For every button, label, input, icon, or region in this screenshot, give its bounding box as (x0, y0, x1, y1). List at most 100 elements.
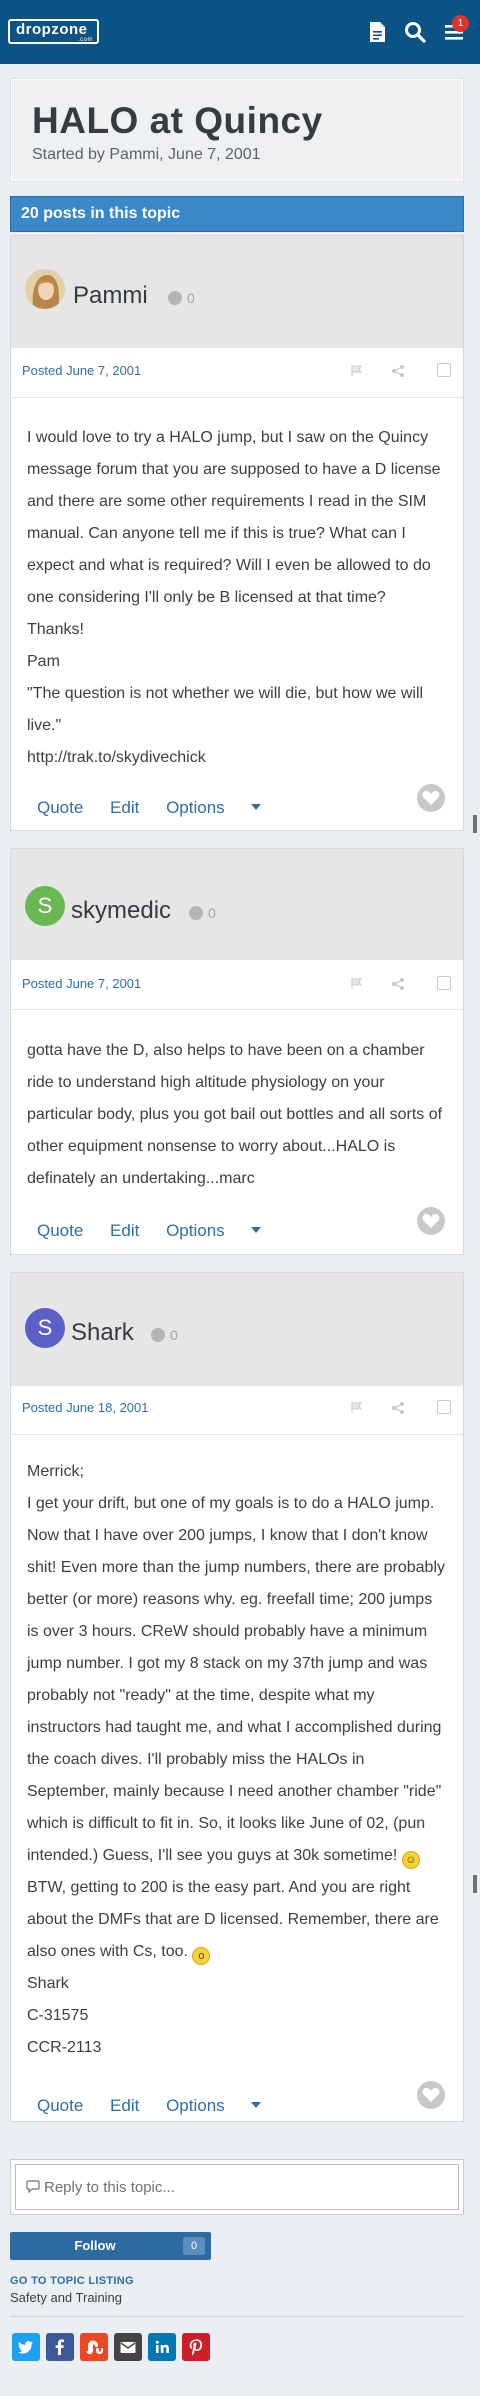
reputation-count: 0 (151, 1327, 178, 1343)
signature-line: C-31575 (27, 2007, 89, 2024)
post-author-name[interactable]: skymedic (71, 897, 171, 925)
flag-icon[interactable] (351, 365, 363, 376)
stumbleupon-share-button[interactable] (80, 2333, 108, 2361)
linkedin-share-button[interactable] (148, 2333, 176, 2361)
heart-icon (422, 1213, 440, 1228)
reply-input[interactable]: Reply to this topic... (15, 2164, 459, 2210)
multiquote-checkbox[interactable] (437, 1400, 451, 1414)
pinterest-icon (189, 2339, 203, 2356)
twitter-icon (18, 2341, 33, 2354)
envelope-icon (120, 2342, 136, 2353)
post-count-bar: 20 posts in this topic (10, 196, 464, 232)
signature-link[interactable]: http://trak.to/skydivechick (27, 742, 447, 774)
avatar[interactable]: S (25, 1308, 65, 1348)
avatar[interactable] (25, 269, 65, 309)
edit-button[interactable]: Edit (110, 1221, 139, 1240)
scroll-indicator[interactable] (473, 815, 477, 833)
go-to-topic-listing-link[interactable]: GO TO TOPIC LISTING (10, 2275, 134, 2287)
signature-line: CCR-2113 (27, 2039, 102, 2056)
reputation-icon (189, 906, 203, 920)
post-author-name[interactable]: Shark (71, 1319, 134, 1347)
post-actions: Quote Edit Options (37, 2096, 283, 2116)
post-paragraph: Pam (27, 653, 60, 670)
reply-box[interactable]: Reply to this topic... (10, 2159, 464, 2215)
follower-count: 0 (183, 2237, 205, 2255)
like-button[interactable] (417, 1207, 445, 1235)
reputation-icon (151, 1328, 165, 1342)
post-tools (351, 363, 451, 379)
avatar[interactable]: S (25, 886, 65, 926)
linkedin-icon (155, 2340, 169, 2353)
twitter-share-button[interactable] (12, 2333, 40, 2361)
share-icon[interactable] (391, 364, 405, 378)
post-paragraph: I would love to try a HALO jump, but I s… (27, 429, 441, 606)
post-date[interactable]: Posted June 7, 2001 (22, 363, 141, 378)
options-menu[interactable]: Options (166, 2096, 261, 2115)
site-logo[interactable]: dropzone .com (8, 19, 99, 44)
scroll-indicator[interactable] (473, 1875, 477, 1893)
post-paragraph: Thanks! (27, 621, 84, 638)
stumbleupon-icon (86, 2340, 103, 2355)
caret-down-icon (250, 2102, 261, 2108)
pinterest-share-button[interactable] (182, 2333, 210, 2361)
notification-badge: 1 (452, 15, 469, 32)
top-navigation-bar: dropzone .com 1 (0, 0, 480, 64)
surprised-emoji-icon: o (192, 1947, 211, 1965)
email-share-button[interactable] (114, 2333, 142, 2361)
post-author-header: S skymedic 0 (11, 849, 463, 960)
post-date[interactable]: Posted June 18, 2001 (22, 1400, 149, 1415)
follow-button[interactable]: Follow 0 (10, 2232, 211, 2260)
options-menu[interactable]: Options (166, 1221, 261, 1240)
post-body: Merrick; I get your drift, but one of my… (27, 1456, 447, 2064)
post-date[interactable]: Posted June 7, 2001 (22, 976, 141, 991)
forum-name[interactable]: Safety and Training (10, 2290, 122, 2305)
divider (11, 1434, 463, 1435)
document-icon[interactable] (365, 20, 389, 44)
signature-quote: "The question is not whether we will die… (27, 685, 424, 734)
caret-down-icon (250, 804, 261, 810)
edit-button[interactable]: Edit (110, 798, 139, 817)
topic-started-by: Started by Pammi, June 7, 2001 (32, 146, 261, 163)
quote-button[interactable]: Quote (37, 798, 83, 817)
divider (10, 2316, 465, 2317)
facebook-share-button[interactable] (46, 2333, 74, 2361)
flag-icon[interactable] (351, 1402, 363, 1413)
post-paragraph: Merrick; (27, 1463, 84, 1480)
like-button[interactable] (417, 784, 445, 812)
heart-icon (422, 2087, 440, 2102)
post-card: S skymedic 0 Posted June 7, 2001 gotta h… (10, 848, 464, 1255)
quote-button[interactable]: Quote (37, 1221, 83, 1240)
post-paragraph: gotta have the D, also helps to have bee… (27, 1042, 443, 1187)
divider (11, 1009, 463, 1010)
reputation-count: 0 (189, 905, 216, 921)
caret-down-icon (250, 1227, 261, 1233)
post-card: S Shark 0 Posted June 18, 2001 Merrick; … (10, 1272, 464, 2122)
share-icon[interactable] (391, 1401, 405, 1415)
reputation-count: 0 (168, 290, 195, 306)
edit-button[interactable]: Edit (110, 2096, 139, 2115)
post-author-header: Pammi 0 (11, 236, 463, 348)
quote-button[interactable]: Quote (37, 2096, 83, 2115)
topic-header: HALO at Quincy Started by Pammi, June 7,… (10, 78, 464, 182)
options-menu[interactable]: Options (166, 798, 261, 817)
page-title: HALO at Quincy (32, 100, 323, 141)
multiquote-checkbox[interactable] (437, 976, 451, 990)
follow-label: Follow (74, 2238, 116, 2253)
post-actions: Quote Edit Options (37, 1221, 283, 1241)
like-button[interactable] (417, 2081, 445, 2109)
multiquote-checkbox[interactable] (437, 363, 451, 377)
search-icon[interactable] (403, 20, 427, 44)
comment-icon (26, 2180, 40, 2194)
share-icon[interactable] (391, 977, 405, 991)
post-author-name[interactable]: Pammi (73, 282, 148, 310)
reputation-icon (168, 291, 182, 305)
heart-icon (422, 790, 440, 805)
facebook-icon (55, 2339, 64, 2355)
smile-emoji-icon: ☺ (401, 1851, 420, 1869)
signature-line: Shark (27, 1975, 69, 1992)
flag-icon[interactable] (351, 978, 363, 989)
post-body: I would love to try a HALO jump, but I s… (27, 422, 447, 774)
divider (11, 397, 463, 398)
user-photo-icon (25, 269, 65, 309)
logo-text: dropzone (16, 21, 88, 38)
